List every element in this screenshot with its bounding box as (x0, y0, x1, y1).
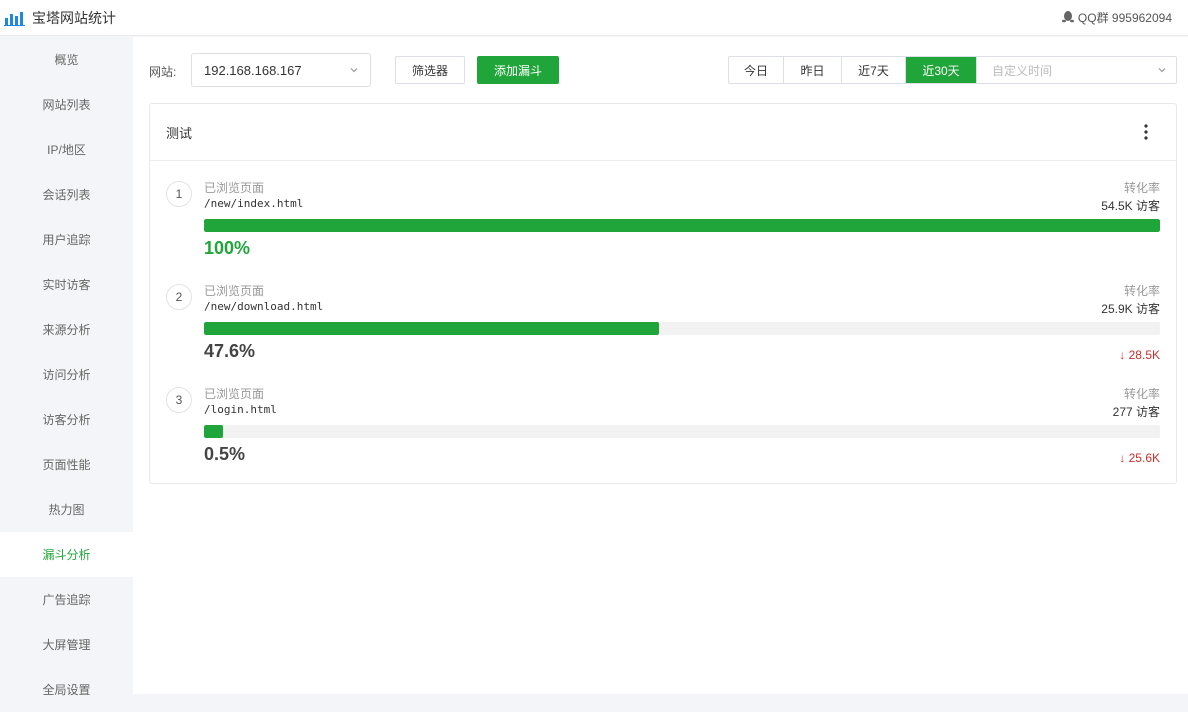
step-number: 2 (166, 284, 192, 310)
range-7days-button[interactable]: 近7天 (842, 57, 906, 83)
sidebar-item-overview[interactable]: 概览 (0, 37, 133, 82)
sidebar-item-label: 来源分析 (42, 323, 91, 337)
sidebar-item-label: 访问分析 (42, 368, 91, 382)
step-label: 已浏览页面 (204, 284, 265, 298)
qq-group-info: QQ群 995962094 (1061, 9, 1172, 26)
custom-date-picker[interactable]: 自定义时间 (977, 57, 1176, 83)
step-percent: 47.6% (204, 341, 256, 361)
sidebar-item-label: IP/地区 (47, 143, 86, 157)
sidebar-item-label: 实时访客 (42, 278, 91, 292)
date-range-selector: 今日 昨日 近7天 近30天 自定义时间 (728, 56, 1177, 84)
step-number: 3 (166, 387, 192, 413)
range-30days-button[interactable]: 近30天 (906, 57, 977, 83)
sidebar-item-sessions[interactable]: 会话列表 (0, 172, 133, 217)
step-number: 1 (166, 181, 192, 207)
site-select[interactable]: 192.168.168.167 (191, 53, 371, 87)
sidebar-item-ad-tracking[interactable]: 广告追踪 (0, 577, 133, 622)
top-bar: 宝塔网站统计 QQ群 995962094 (0, 0, 1188, 36)
sidebar-item-settings[interactable]: 全局设置 (0, 667, 133, 712)
step-path: /new/download.html (204, 300, 324, 313)
sidebar-item-realtime[interactable]: 实时访客 (0, 262, 133, 307)
sidebar-item-label: 热力图 (48, 503, 85, 517)
step-progress-bar (204, 219, 1160, 232)
step-dropoff: ↓ 25.6K (1119, 451, 1160, 465)
sidebar-item-label: 概览 (54, 53, 79, 67)
bar-chart-icon (4, 10, 26, 26)
step-rate-label: 转化率 (1123, 181, 1160, 195)
sidebar: 概览 网站列表 IP/地区 会话列表 用户追踪 实时访客 来源分析 访问分析 访… (0, 37, 133, 709)
sidebar-item-label: 用户追踪 (42, 233, 91, 247)
main-content: 网站: 192.168.168.167 筛选器 添加漏斗 今日 昨日 近7天 近… (133, 37, 1188, 694)
step-rate-label: 转化率 (1123, 284, 1160, 298)
brand: 宝塔网站统计 (4, 8, 116, 28)
range-today-button[interactable]: 今日 (729, 57, 784, 83)
sidebar-item-visitors[interactable]: 访客分析 (0, 397, 133, 442)
step-progress-bar (204, 425, 1160, 438)
app-title: 宝塔网站统计 (32, 9, 116, 26)
sidebar-item-label: 全局设置 (42, 683, 91, 697)
sidebar-item-dashboard[interactable]: 大屏管理 (0, 622, 133, 667)
step-progress-fill (204, 322, 660, 335)
sidebar-item-label: 大屏管理 (42, 638, 91, 652)
qq-group-text: QQ群 995962094 (1077, 11, 1172, 25)
sidebar-item-source[interactable]: 来源分析 (0, 307, 133, 352)
sidebar-item-visits[interactable]: 访问分析 (0, 352, 133, 397)
chevron-down-icon (1156, 64, 1168, 76)
sidebar-item-label: 页面性能 (42, 458, 91, 472)
site-select-value: 192.168.168.167 (204, 62, 302, 78)
add-funnel-button[interactable]: 添加漏斗 (477, 56, 559, 84)
step-visitors: 54.5K 访客 (1101, 199, 1160, 213)
range-yesterday-button[interactable]: 昨日 (784, 57, 842, 83)
funnel-card: 测试 1 已浏览页面 /new/index.html 转化率 54.5K 访客 … (149, 103, 1177, 484)
sidebar-item-performance[interactable]: 页面性能 (0, 442, 133, 487)
sidebar-item-label: 会话列表 (42, 188, 91, 202)
step-path: /login.html (204, 403, 277, 416)
step-visitors: 277 访客 (1112, 405, 1160, 419)
more-options-icon[interactable] (1136, 122, 1156, 142)
step-progress-bar (204, 322, 1160, 335)
step-percent: 0.5% (204, 444, 246, 464)
step-dropoff: ↓ 28.5K (1119, 348, 1160, 362)
sidebar-item-label: 漏斗分析 (42, 548, 91, 562)
step-percent: 100% (204, 238, 251, 258)
funnel-card-header: 测试 (150, 104, 1176, 161)
sidebar-item-label: 网站列表 (42, 98, 91, 112)
funnel-step: 2 已浏览页面 /new/download.html 转化率 25.9K 访客 … (150, 264, 1176, 364)
funnel-step: 1 已浏览页面 /new/index.html 转化率 54.5K 访客 100… (150, 161, 1176, 261)
step-visitors: 25.9K 访客 (1101, 302, 1160, 316)
step-rate-label: 转化率 (1123, 387, 1160, 401)
custom-date-placeholder: 自定义时间 (992, 63, 1053, 78)
sidebar-item-funnel[interactable]: 漏斗分析 (0, 532, 133, 577)
sidebar-item-site-list[interactable]: 网站列表 (0, 82, 133, 127)
qq-icon (1061, 10, 1074, 26)
step-label: 已浏览页面 (204, 181, 265, 195)
funnel-title: 测试 (166, 125, 193, 141)
sidebar-item-label: 访客分析 (42, 413, 91, 427)
step-label: 已浏览页面 (204, 387, 265, 401)
step-path: /new/index.html (204, 197, 304, 210)
sidebar-item-ip-region[interactable]: IP/地区 (0, 127, 133, 172)
site-label: 网站: (149, 65, 177, 79)
step-progress-fill (204, 425, 223, 438)
sidebar-item-label: 广告追踪 (42, 593, 91, 607)
funnel-step: 3 已浏览页面 /login.html 转化率 277 访客 0.5% ↓ 25… (150, 367, 1176, 467)
sidebar-item-heatmap[interactable]: 热力图 (0, 487, 133, 532)
chevron-down-icon (348, 64, 360, 76)
sidebar-item-user-tracking[interactable]: 用户追踪 (0, 217, 133, 262)
step-progress-fill (204, 219, 1160, 232)
filter-button[interactable]: 筛选器 (395, 56, 465, 84)
toolbar: 网站: 192.168.168.167 筛选器 添加漏斗 今日 昨日 近7天 近… (133, 37, 1188, 103)
